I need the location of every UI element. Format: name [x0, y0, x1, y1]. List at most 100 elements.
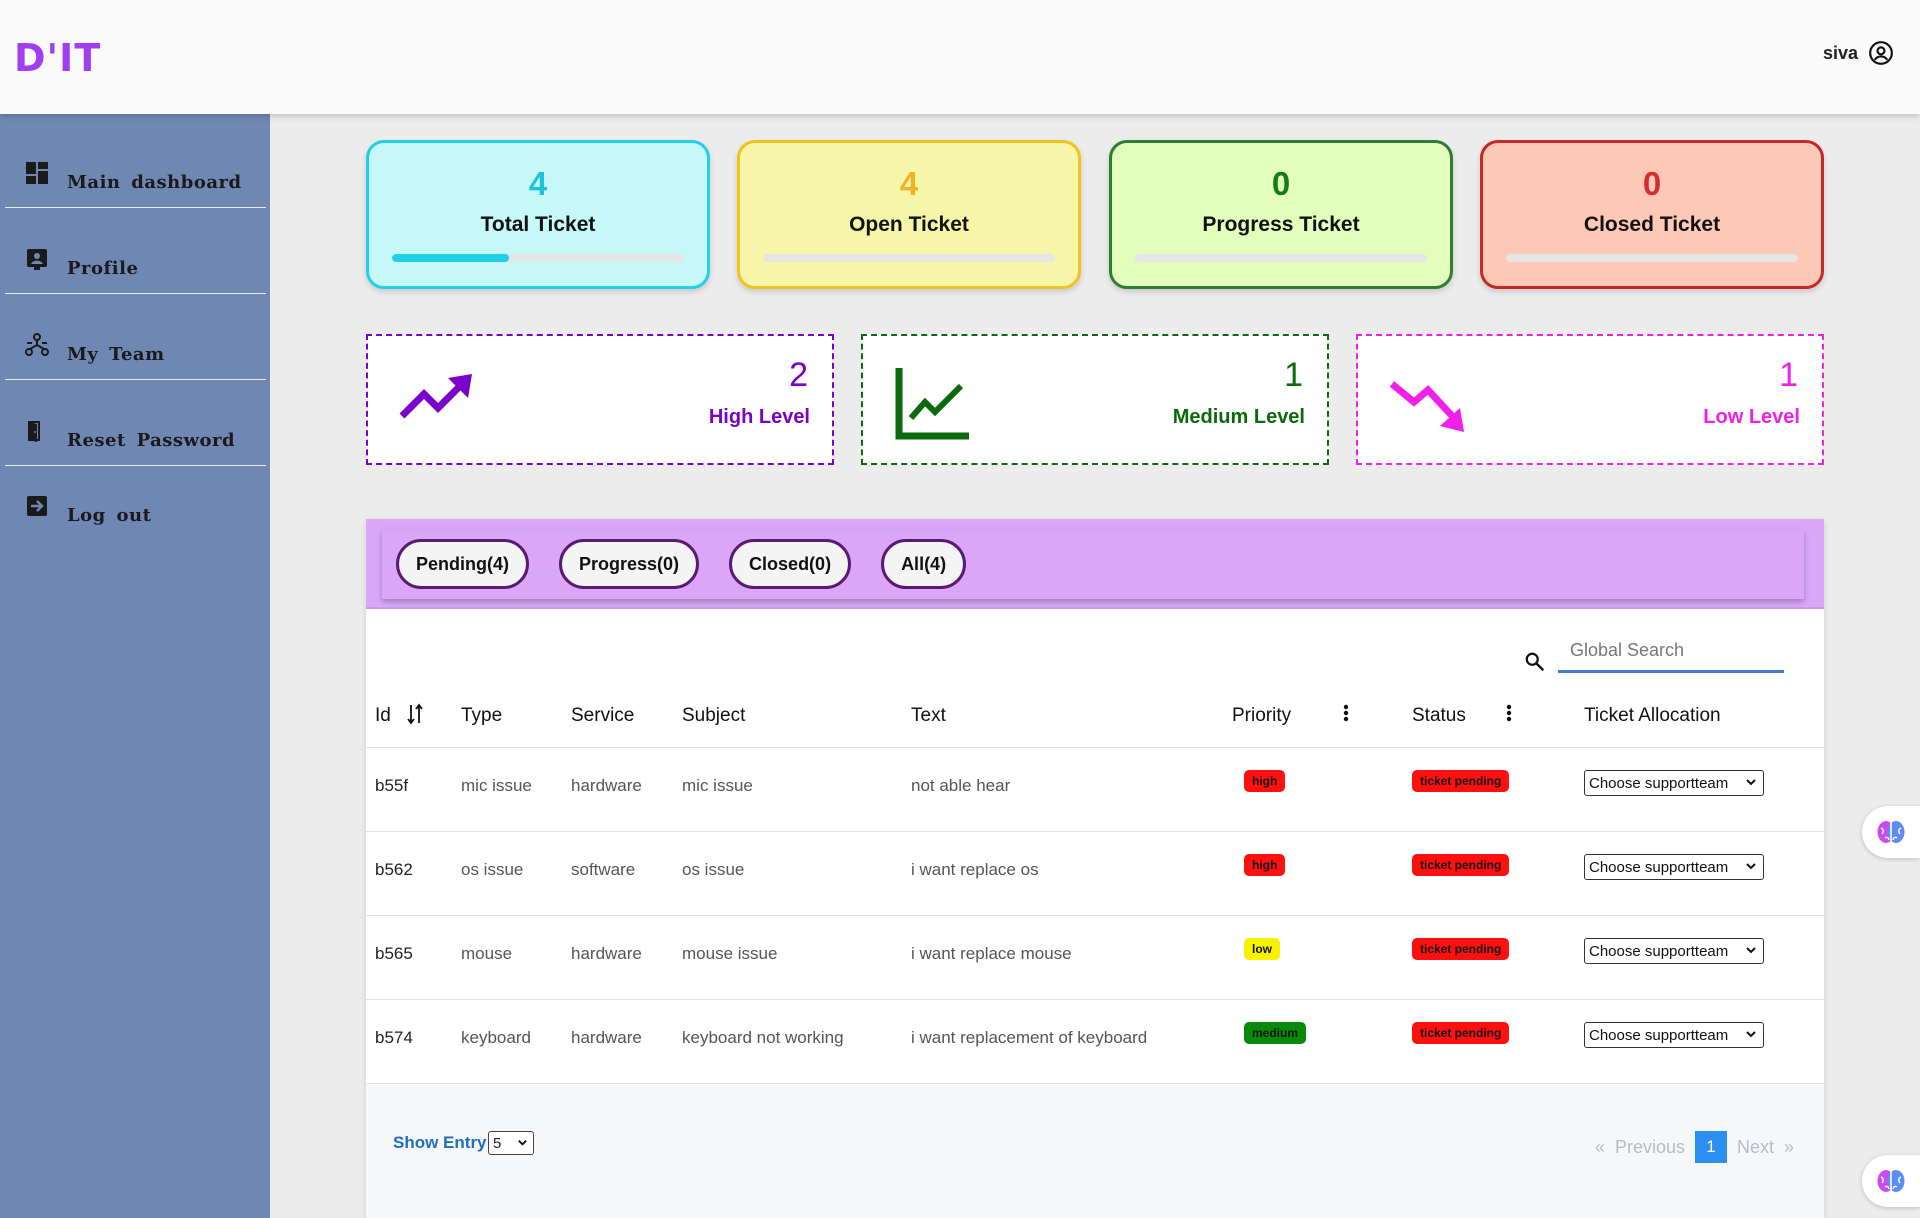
stat-progress-bar — [1506, 254, 1798, 262]
app-logo[interactable]: D'IT — [14, 36, 101, 80]
level-count: 2 — [789, 356, 808, 394]
column-menu-icon[interactable] — [1339, 703, 1353, 725]
global-search — [1525, 619, 1784, 681]
status-badge: ticket pending — [1412, 1022, 1510, 1044]
assistant-float-button-secondary[interactable] — [1862, 1155, 1920, 1207]
filter-tabs-strip: Pending(4) Progress(0) Closed(0) All(4) — [366, 519, 1824, 609]
select-value: 5 — [493, 1134, 502, 1152]
previous-page-button[interactable]: Previous — [1615, 1137, 1685, 1158]
status-badge: ticket pending — [1412, 770, 1510, 792]
level-label: Medium Level — [1172, 406, 1305, 428]
stat-progress-bar — [1135, 254, 1427, 262]
progress-ticket-card[interactable]: 0 Progress Ticket — [1109, 140, 1453, 289]
user-name: siva — [1822, 42, 1858, 63]
stat-title: Closed Ticket — [1583, 213, 1721, 236]
support-team-select[interactable]: Choose supportteam — [1584, 770, 1764, 796]
page-1-button[interactable]: 1 — [1694, 1131, 1727, 1163]
sort-icon[interactable] — [407, 703, 423, 725]
select-value: Choose supportteam — [1589, 858, 1729, 876]
dashboard-icon — [26, 162, 48, 184]
column-menu-icon[interactable] — [1502, 703, 1516, 725]
user-menu[interactable]: siva — [1823, 40, 1894, 66]
sidebar-item-label: Profile — [67, 258, 139, 279]
stat-value: 0 — [1271, 165, 1291, 202]
profile-badge-icon — [27, 249, 47, 270]
tab-all[interactable]: All(4) — [881, 539, 967, 589]
open-ticket-card[interactable]: 4 Open Ticket — [737, 140, 1081, 289]
show-entry-label: Show Entry — [393, 1133, 487, 1152]
search-input[interactable] — [1558, 631, 1784, 673]
stat-value: 4 — [528, 165, 548, 202]
sidebar-item-main-dashboard[interactable]: Main dashboard — [5, 122, 266, 208]
select-value: Choose supportteam — [1589, 942, 1729, 960]
logout-icon — [27, 496, 47, 516]
sidebar-item-logout[interactable]: Log out — [5, 454, 266, 540]
high-level-card[interactable]: 2 High Level — [366, 334, 834, 465]
cell-text: i want replace mouse — [911, 944, 1072, 963]
sidebar-item-profile[interactable]: Profile — [5, 208, 266, 294]
stat-title: Open Ticket — [849, 213, 969, 236]
column-header-id[interactable]: Id — [375, 705, 391, 727]
last-page-arrow[interactable]: » — [1784, 1137, 1794, 1158]
cell-subject: keyboard not working — [682, 1028, 844, 1047]
support-team-select[interactable]: Choose supportteam — [1584, 938, 1764, 964]
low-level-card[interactable]: 1 Low Level — [1356, 334, 1824, 465]
tab-closed[interactable]: Closed(0) — [729, 539, 852, 589]
cell-text: i want replacement of keyboard — [911, 1028, 1148, 1047]
stat-value: 0 — [1642, 165, 1662, 202]
trending-down-icon — [1389, 381, 1464, 432]
status-badge: ticket pending — [1412, 938, 1510, 960]
table-header: Id Type Service Subject Text Priority St… — [366, 684, 1824, 748]
support-team-select[interactable]: Choose supportteam — [1584, 1022, 1764, 1048]
priority-badge: medium — [1244, 1022, 1307, 1044]
cell-id: b55f — [375, 776, 409, 795]
stat-title: Total Ticket — [480, 213, 596, 236]
total-ticket-card[interactable]: 4 Total Ticket — [366, 140, 710, 289]
tab-progress[interactable]: Progress(0) — [559, 539, 700, 589]
priority-badge: high — [1244, 854, 1286, 876]
cell-id: b562 — [375, 860, 413, 879]
cell-service: hardware — [571, 944, 642, 963]
table-footer: Show Entry 5 « Previous 1 Next » — [366, 1085, 1824, 1218]
priority-badge: high — [1244, 770, 1286, 792]
next-page-button[interactable]: Next — [1737, 1137, 1774, 1158]
closed-ticket-card[interactable]: 0 Closed Ticket — [1480, 140, 1824, 289]
stat-progress-bar — [392, 254, 684, 262]
filter-tabs: Pending(4) Progress(0) Closed(0) All(4) — [382, 529, 1804, 599]
medium-level-card[interactable]: 1 Medium Level — [861, 334, 1329, 465]
account-circle-icon — [1869, 41, 1893, 65]
column-header-type: Type — [461, 705, 503, 726]
table-row[interactable]: b562 os issue software os issue i want r… — [366, 832, 1824, 916]
stat-progress-bar — [763, 254, 1055, 262]
table-row[interactable]: b55f mic issue hardware mic issue not ab… — [366, 748, 1824, 832]
select-value: Choose supportteam — [1589, 774, 1729, 792]
assistant-float-button[interactable] — [1862, 806, 1920, 858]
cell-text: i want replace os — [911, 860, 1039, 879]
table-row[interactable]: b565 mouse hardware mouse issue i want r… — [366, 916, 1824, 1000]
stat-progress-fill — [392, 254, 509, 262]
level-count: 1 — [1284, 356, 1303, 394]
table-row[interactable]: b574 keyboard hardware keyboard not work… — [366, 1000, 1824, 1084]
first-page-arrow[interactable]: « — [1595, 1137, 1605, 1158]
column-header-status: Status — [1412, 705, 1466, 726]
status-badge: ticket pending — [1412, 854, 1510, 876]
cell-id: b574 — [375, 1028, 413, 1047]
select-value: Choose supportteam — [1589, 1026, 1729, 1044]
cell-service: hardware — [571, 1028, 642, 1047]
trending-up-icon — [399, 374, 472, 419]
column-header-subject: Subject — [682, 705, 746, 726]
door-icon — [28, 421, 40, 442]
chevron-down-icon — [1746, 947, 1756, 954]
cell-subject: os issue — [682, 860, 745, 879]
cell-type: os issue — [461, 860, 524, 879]
sidebar-item-label: Main dashboard — [67, 172, 242, 193]
support-team-select[interactable]: Choose supportteam — [1584, 854, 1764, 880]
column-header-priority: Priority — [1232, 705, 1292, 726]
cell-id: b565 — [375, 944, 413, 963]
search-icon — [1525, 652, 1545, 672]
tab-pending[interactable]: Pending(4) — [396, 539, 529, 589]
level-count: 1 — [1779, 356, 1798, 394]
entries-per-page-select[interactable]: 5 — [488, 1131, 534, 1155]
column-header-ticket-allocation: Ticket Allocation — [1584, 705, 1721, 726]
sidebar-item-my-team[interactable]: My Team — [5, 294, 266, 380]
